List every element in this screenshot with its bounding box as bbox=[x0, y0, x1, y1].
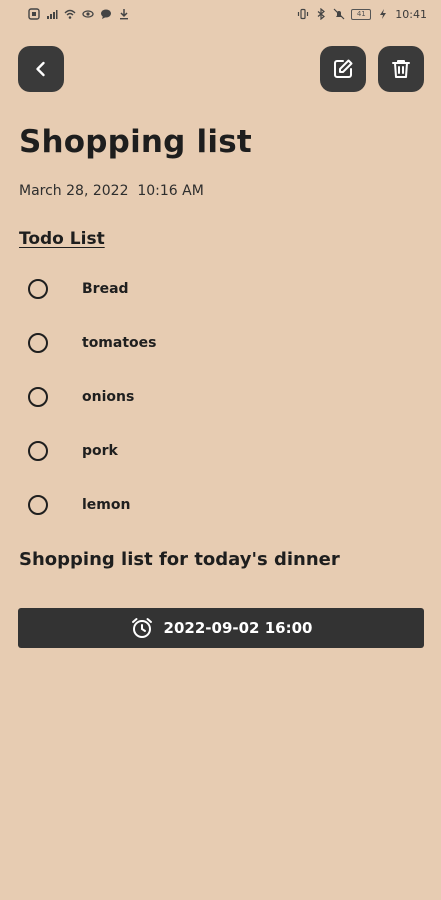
todo-item[interactable]: pork bbox=[28, 424, 408, 478]
mute-icon bbox=[333, 8, 345, 20]
back-button[interactable] bbox=[18, 46, 64, 92]
todo-label: pork bbox=[82, 443, 118, 459]
vibrate-icon bbox=[297, 8, 309, 20]
status-bar: 41 10:41 bbox=[0, 0, 441, 28]
charging-icon bbox=[377, 8, 389, 20]
alarm-clock-icon bbox=[131, 618, 152, 638]
chevron-left-icon bbox=[36, 61, 45, 77]
bluetooth-icon bbox=[315, 8, 327, 20]
download-icon bbox=[118, 8, 130, 20]
wifi-icon bbox=[64, 8, 76, 20]
delete-button[interactable] bbox=[378, 46, 424, 92]
reminder-datetime: 2022-09-02 16:00 bbox=[163, 619, 313, 637]
trash-icon bbox=[392, 60, 410, 78]
todo-checkbox[interactable] bbox=[28, 495, 48, 515]
chat-icon bbox=[100, 8, 112, 20]
note-description: Shopping list for today's dinner bbox=[19, 549, 340, 570]
todo-checkbox[interactable] bbox=[28, 279, 48, 299]
todo-checkbox[interactable] bbox=[28, 387, 48, 407]
eye-icon bbox=[82, 8, 94, 20]
edit-button[interactable] bbox=[320, 46, 366, 92]
todo-section-heading: Todo List bbox=[19, 229, 105, 249]
todo-item[interactable]: lemon bbox=[28, 478, 408, 532]
status-right-icons: 41 10:41 bbox=[297, 8, 427, 21]
edit-icon bbox=[334, 59, 353, 78]
todo-label: onions bbox=[82, 389, 135, 405]
todo-checkbox[interactable] bbox=[28, 441, 48, 461]
todo-label: lemon bbox=[82, 497, 131, 513]
todo-item[interactable]: onions bbox=[28, 370, 408, 424]
todo-list: Bread tomatoes onions pork lemon bbox=[28, 262, 408, 532]
status-time: 10:41 bbox=[395, 7, 427, 21]
todo-label: tomatoes bbox=[82, 335, 157, 351]
todo-item[interactable]: Bread bbox=[28, 262, 408, 316]
reminder-button[interactable]: 2022-09-02 16:00 bbox=[18, 608, 424, 648]
todo-label: Bread bbox=[82, 281, 129, 297]
note-date: March 28, 2022 10:16 AM bbox=[19, 183, 204, 199]
todo-item[interactable]: tomatoes bbox=[28, 316, 408, 370]
battery-icon: 41 bbox=[351, 8, 372, 20]
todo-checkbox[interactable] bbox=[28, 333, 48, 353]
note-title: Shopping list bbox=[19, 124, 252, 160]
status-left-icons bbox=[28, 8, 130, 20]
nfc-icon bbox=[28, 8, 40, 20]
signal-icon bbox=[46, 8, 58, 20]
